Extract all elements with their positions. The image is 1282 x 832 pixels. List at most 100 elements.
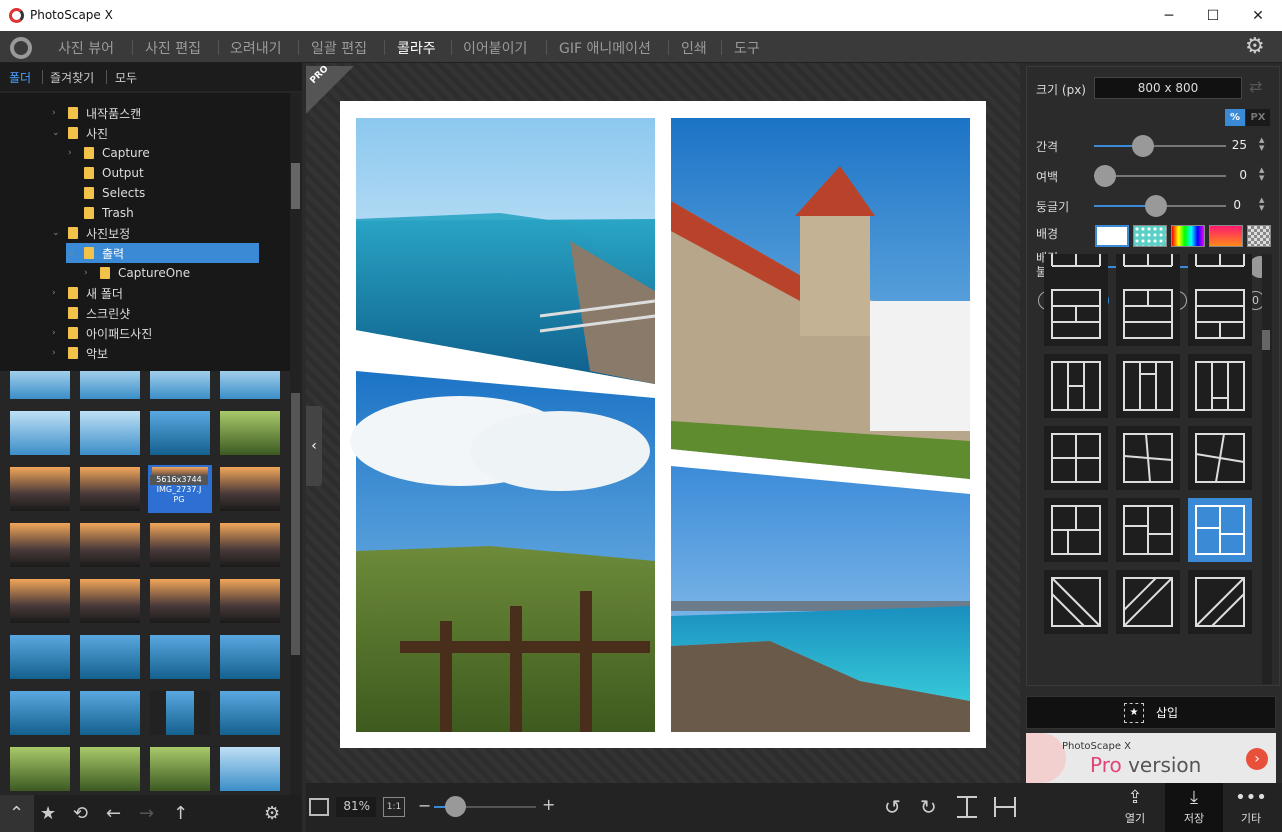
pro-version-ad[interactable]: PhotoScape X Pro version › [1026,733,1276,783]
tree-item[interactable]: ⌄ 사진 [52,123,108,143]
rotate-right-icon[interactable]: ↻ [920,795,937,819]
size-field[interactable]: 800 x 800 [1094,77,1242,99]
refresh-icon[interactable]: ⟲ [73,803,88,824]
tree-item[interactable]: Trash [68,203,134,223]
spacing-value[interactable]: 25 [1221,135,1261,155]
collapse-left-panel-button[interactable]: ‹ [306,406,322,486]
layout-scrollbar-thumb[interactable] [1262,330,1270,350]
collage-photo-sea-pool[interactable] [356,118,656,384]
menu-tools[interactable]: 도구 [734,38,760,58]
zoom-slider-knob[interactable] [445,796,466,817]
tree-item[interactable]: › Capture [68,143,150,163]
tree-item[interactable]: › 악보 [52,343,108,363]
close-button[interactable]: ✕ [1235,0,1281,31]
background-label: 배경 [1036,227,1059,241]
folder-icon [68,307,78,319]
title-bar: PhotoScape X ─ ☐ ✕ [0,0,1282,31]
layout-scrollbar[interactable] [1262,254,1272,684]
home-logo-icon[interactable] [10,37,32,59]
round-value[interactable]: 0 [1215,195,1255,215]
round-stepper-icon[interactable]: ▲ ▼ [1259,196,1264,212]
layout-option-selected[interactable] [1188,498,1252,562]
tree-item[interactable]: › 내작품스캔 [52,103,141,123]
tree-item[interactable]: Output [68,163,144,183]
zoom-value[interactable]: 81% [336,797,376,817]
zoom-out-button[interactable]: − [418,796,431,815]
open-button[interactable]: ⇪ 열기 [1106,783,1164,832]
maximize-button[interactable]: ☐ [1190,0,1236,31]
tree-arrow-icon[interactable]: › [84,268,96,278]
spacing-stepper-icon[interactable]: ▲ ▼ [1259,136,1264,152]
minimize-button[interactable]: ─ [1146,0,1192,31]
thumbnail-selected-label[interactable]: 5616x3744 IMG_2737.J PG [150,475,208,505]
bg-swatch-rainbow[interactable] [1171,225,1205,247]
layout-grid [1034,254,1256,684]
tree-arrow-icon[interactable]: › [68,148,80,158]
zoom-in-button[interactable]: + [542,795,555,814]
tree-item[interactable]: Selects [68,183,145,203]
menu-photo-viewer[interactable]: 사진 뷰어 [58,38,114,58]
fit-screen-icon[interactable] [309,798,329,816]
collage-photo-horse-field[interactable] [350,371,655,732]
tree-item[interactable]: › 새 폴더 [52,283,123,303]
tree-item[interactable]: ⌄ 출력 [66,243,259,263]
tree-scrollbar[interactable] [290,93,302,401]
margin-slider-knob[interactable] [1094,165,1116,187]
tree-arrow-icon[interactable]: › [52,108,64,118]
tab-folder[interactable]: 폴더 [9,69,31,86]
insert-button[interactable]: ★ 삽입 [1026,696,1276,729]
up-arrow-icon[interactable]: ↑ [173,803,188,824]
tree-arrow-icon[interactable]: ⌄ [52,228,64,238]
star-icon[interactable]: ★ [40,803,56,824]
unit-percent-toggle[interactable]: % [1225,109,1245,126]
chevron-up-icon[interactable]: ⌃ [9,803,24,824]
bg-swatch-gradient[interactable] [1209,225,1243,247]
settings-icon[interactable]: ⚙ [264,803,280,824]
round-slider-knob[interactable] [1145,195,1167,217]
actual-size-button[interactable]: 1:1 [383,797,405,817]
swap-size-icon[interactable]: ⇄ [1249,77,1262,96]
back-arrow-icon[interactable]: ← [106,803,121,824]
settings-gear-icon[interactable]: ⚙ [1245,34,1265,59]
tree-item[interactable]: 스크린샷 [52,303,130,323]
rotate-left-icon[interactable]: ↺ [884,795,901,819]
menu-gif-animation[interactable]: GIF 애니메이션 [559,38,651,58]
tree-item[interactable]: › CaptureOne [84,263,190,283]
tree-item[interactable]: › 아이패드사진 [52,323,152,343]
bg-swatch-pattern[interactable] [1133,225,1167,247]
collage-canvas[interactable] [340,101,986,748]
flip-horizontal-icon[interactable] [957,796,977,818]
tree-arrow-icon[interactable]: › [52,288,64,298]
collage-photo-church[interactable] [671,118,970,479]
tree-scrollbar-thumb[interactable] [291,163,300,209]
menu-combine[interactable]: 이어붙이기 [463,38,527,58]
spacing-slider-knob[interactable] [1132,135,1154,157]
thumbnail-scrollbar-thumb[interactable] [291,393,300,655]
save-button[interactable]: ⤓ 저장 [1165,783,1223,832]
tree-item-label: CaptureOne [118,266,191,280]
tree-item-label: Capture [102,146,150,160]
tab-all[interactable]: 모두 [115,69,137,86]
tree-arrow-icon[interactable]: ⌄ [68,248,80,258]
menu-batch-edit[interactable]: 일괄 편집 [311,38,367,58]
more-button[interactable]: ••• 기타 [1222,783,1280,832]
tab-favorites[interactable]: 즐겨찾기 [50,69,94,86]
tree-arrow-icon[interactable]: ⌄ [52,128,64,138]
tree-arrow-icon[interactable]: › [52,328,64,338]
margin-stepper-icon[interactable]: ▲ ▼ [1259,166,1264,182]
tree-item[interactable]: ⌄ 사진보정 [52,223,130,243]
menu-collage[interactable]: 콜라주 [397,38,436,58]
margin-value[interactable]: 0 [1221,165,1261,185]
thumbnail-name: IMG_2737.J PG [156,485,202,504]
tree-arrow-icon[interactable]: › [52,348,64,358]
menu-photo-edit[interactable]: 사진 편집 [145,38,201,58]
menu-print[interactable]: 인쇄 [681,38,707,58]
unit-px-toggle[interactable]: PX [1246,109,1270,126]
bg-swatch-white[interactable] [1095,225,1129,247]
flip-vertical-icon[interactable] [994,797,1016,817]
ad-arrow-icon[interactable]: › [1246,748,1268,770]
forward-arrow-icon[interactable]: → [139,803,154,824]
menu-cutout[interactable]: 오려내기 [230,38,282,58]
bg-swatch-transparent[interactable] [1247,225,1271,247]
collage-photo-harbor[interactable] [671,466,970,732]
